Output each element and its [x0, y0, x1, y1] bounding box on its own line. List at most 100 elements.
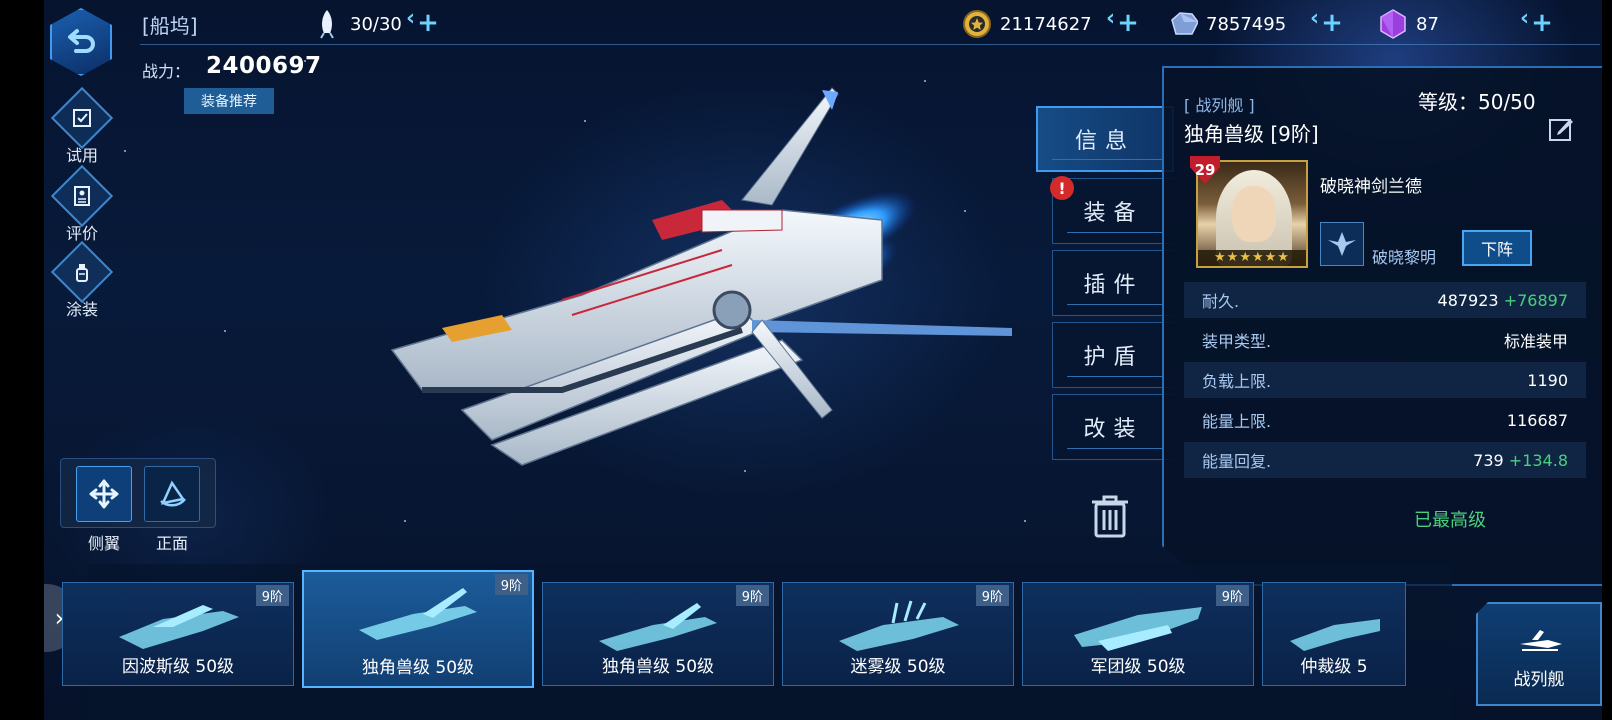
front-view-icon	[160, 480, 186, 507]
captain-stars: ★★★★★★	[1198, 250, 1306, 266]
crystal-ore-icon	[1168, 9, 1198, 39]
ship-tier: 9阶	[975, 585, 1009, 606]
stat-row-energy-regen: 能量回复. 739 +134.8	[1184, 442, 1586, 478]
ship-silhouette-icon	[599, 603, 717, 651]
move-arrows-icon	[89, 479, 119, 509]
front-view-button[interactable]	[144, 466, 200, 522]
ship-card[interactable]: 9阶 军团级 50级	[1022, 582, 1254, 686]
purple-gem-icon	[1378, 9, 1408, 39]
paint-icon-frame	[50, 240, 114, 304]
stat-value: 1190	[1527, 370, 1568, 390]
resource-gem: 87	[1378, 8, 1439, 40]
ship-card[interactable]: 9阶 迷雾级 50级	[782, 582, 1014, 686]
ship-silhouette-icon	[1290, 619, 1380, 651]
flank-view-button[interactable]	[76, 466, 132, 522]
equip-recommend-button[interactable]: 装备推荐	[184, 88, 274, 114]
tab-underline	[1067, 376, 1164, 377]
trial-button[interactable]: 试用	[50, 86, 114, 166]
ship-type-button[interactable]: 战列舰	[1476, 602, 1602, 706]
stat-label: 能量上限.	[1202, 412, 1272, 431]
add-ore-button[interactable]: +	[1310, 6, 1352, 38]
ship-tier: 9阶	[255, 585, 289, 606]
trash-icon[interactable]	[1090, 494, 1130, 538]
ship-card-name: 独角兽级 50级	[601, 657, 715, 677]
left-letterbox	[0, 0, 44, 720]
dismiss-button[interactable]: 下阵	[1462, 230, 1532, 266]
add-gold-button[interactable]: +	[1106, 6, 1148, 38]
rocket-icon	[312, 9, 342, 39]
page-title: [船坞]	[142, 14, 198, 38]
ship-card-name: 因波斯级 50级	[121, 657, 235, 677]
stat-value: 739 +134.8	[1473, 451, 1568, 470]
gold-coin-icon	[962, 9, 992, 39]
stat-row-durability: 耐久. 487923 +76897	[1184, 282, 1586, 318]
tab-underline	[1067, 448, 1164, 449]
rating-button[interactable]: 评价	[50, 164, 114, 244]
edit-icon[interactable]	[1548, 116, 1574, 142]
stat-row-load-limit: 负载上限. 1190	[1184, 362, 1586, 398]
ship-card-name: 迷雾级 50级	[850, 657, 946, 677]
max-level-status: 已最高级	[1414, 510, 1486, 531]
battleship-icon	[1520, 630, 1562, 651]
star	[404, 520, 406, 522]
ore-value: 7857495	[1206, 13, 1287, 35]
ship-name: 独角兽级 [9阶]	[1184, 122, 1319, 146]
stat-row-energy-limit: 能量上限. 116687	[1184, 402, 1586, 438]
back-button[interactable]	[50, 8, 112, 76]
tab-underline	[1067, 232, 1164, 233]
star	[224, 330, 226, 332]
stat-number: 487923	[1437, 290, 1499, 310]
captain-portrait[interactable]: ★★★★★★	[1196, 160, 1308, 268]
captain-face	[1232, 186, 1276, 242]
ship-level: 等级：50/50	[1418, 90, 1536, 114]
add-fleet-button[interactable]: +	[406, 6, 448, 38]
star	[1024, 520, 1026, 522]
ship-card-selected[interactable]: 9阶 独角兽级 50级	[302, 570, 534, 688]
equipment-alert-badge: !	[1050, 176, 1074, 200]
ship-silhouette-icon	[359, 588, 477, 640]
fleet-count-value: 30/30	[350, 13, 402, 35]
tab-underline	[1067, 304, 1164, 305]
ship-card[interactable]: 9阶 独角兽级 50级	[542, 582, 774, 686]
gem-value: 87	[1416, 13, 1439, 35]
stat-label: 负载上限.	[1202, 372, 1272, 391]
ship-card-name: 独角兽级 50级	[361, 658, 475, 678]
rating-icon	[74, 186, 90, 206]
ship-card[interactable]: 9阶 因波斯级 50级	[62, 582, 294, 686]
tab-modify[interactable]: 改装	[1052, 394, 1174, 460]
ship-card[interactable]: 仲裁级 5	[1262, 582, 1406, 686]
stat-bonus: +134.8	[1508, 450, 1568, 470]
resource-gold: 21174627	[962, 8, 1092, 40]
tab-info-label: 信息	[1074, 129, 1135, 154]
rating-icon-frame	[50, 164, 114, 228]
back-arrow-icon	[68, 29, 95, 53]
tab-plugins[interactable]: 插件	[1052, 250, 1174, 316]
front-view-label: 正面	[155, 534, 188, 553]
stat-value: 487923 +76897	[1438, 291, 1568, 310]
fleet-name: 破晓黎明	[1372, 248, 1437, 267]
ship-card-name: 军团级 50级	[1090, 657, 1186, 677]
power-label: 战力：	[142, 62, 191, 81]
star	[124, 150, 126, 152]
tab-info[interactable]: 信息	[1036, 106, 1174, 172]
right-letterbox	[1602, 0, 1612, 720]
ship-class: [ 战列舰 ]	[1184, 96, 1255, 115]
add-gem-button[interactable]: +	[1520, 6, 1562, 38]
ship-silhouette-icon	[839, 600, 959, 651]
battleship-model[interactable]	[362, 70, 1032, 480]
tab-shield[interactable]: 护盾	[1052, 322, 1174, 388]
tab-modify-label: 改装	[1083, 417, 1144, 442]
paint-button[interactable]: 涂装	[50, 240, 114, 320]
ship-tier: 9阶	[735, 585, 769, 606]
ship-silhouette-icon	[119, 605, 239, 649]
ship-silhouette-icon	[1074, 607, 1202, 651]
tab-underline	[1052, 159, 1162, 160]
ship-card-name: 仲裁级 5	[1300, 657, 1368, 677]
power-value: 2400697	[206, 53, 322, 79]
stat-value: 116687	[1506, 410, 1568, 430]
stat-label: 装甲类型.	[1202, 332, 1272, 351]
ship-tier: 9阶	[1215, 585, 1249, 606]
tab-shield-label: 护盾	[1083, 345, 1144, 370]
tab-equipment-label: 装备	[1083, 201, 1144, 226]
flank-view-label: 侧翼	[87, 534, 120, 553]
